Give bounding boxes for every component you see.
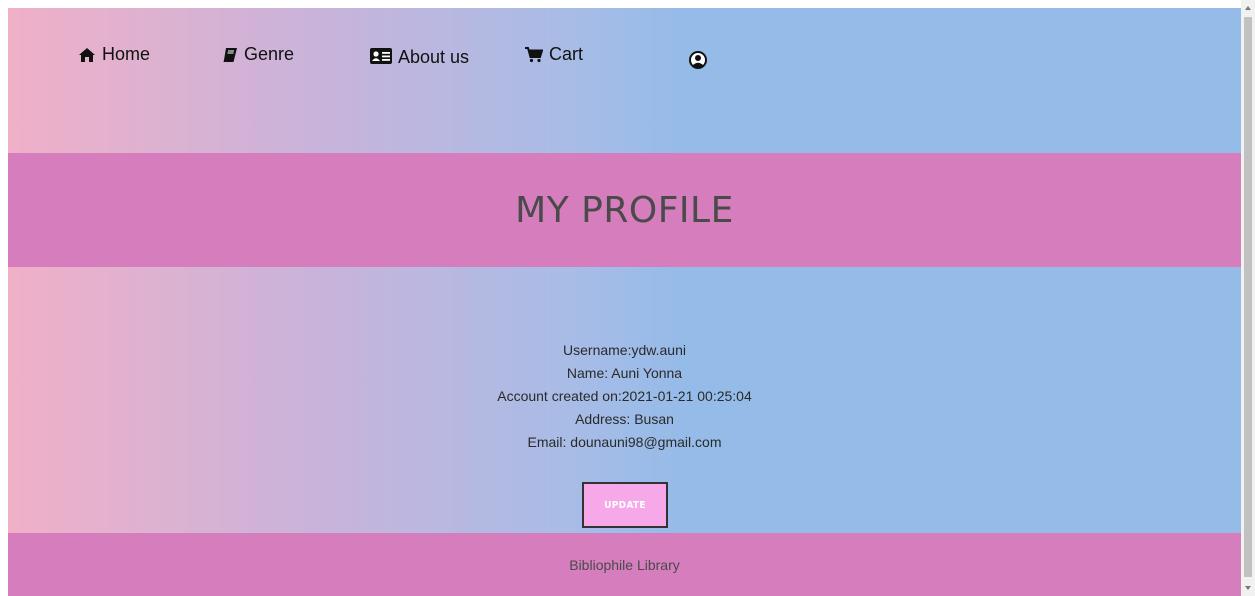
profile-username: Username:ydw.auni xyxy=(563,342,686,358)
page-banner: MY PROFILE xyxy=(8,153,1241,267)
nav-cart-link[interactable]: Cart xyxy=(525,44,583,65)
user-circle-icon xyxy=(689,51,707,69)
profile-name: Name: Auni Yonna xyxy=(566,365,683,381)
nav-cart-label: Cart xyxy=(549,44,584,64)
footer-text: Bibliophile Library xyxy=(569,556,680,573)
nav-genre-link[interactable]: Genre xyxy=(222,44,294,65)
page-title: MY PROFILE xyxy=(515,189,734,231)
profile-created: Account created on:2021-01-21 00:25:04 xyxy=(497,388,752,404)
page: Home Genre About us Cart MY PROFILE User… xyxy=(8,8,1241,596)
scroll-down-arrow-icon[interactable] xyxy=(1245,586,1251,590)
cart-icon xyxy=(525,47,543,63)
vertical-scrollbar[interactable] xyxy=(1241,0,1255,596)
nav-genre-label: Genre xyxy=(244,44,295,64)
top-navbar: Home Genre About us Cart xyxy=(8,8,1241,153)
nav-home-label: Home xyxy=(102,44,151,64)
footer: Bibliophile Library xyxy=(8,533,1241,596)
id-card-icon xyxy=(370,48,392,64)
nav-profile-link[interactable] xyxy=(689,48,707,69)
nav-home-link[interactable]: Home xyxy=(78,44,150,65)
home-icon xyxy=(79,48,95,62)
update-button[interactable]: UPDATE xyxy=(582,482,668,528)
scroll-up-arrow-icon[interactable] xyxy=(1245,6,1251,10)
nav-about-link[interactable]: About us xyxy=(370,42,470,72)
profile-section: Username:ydw.auni Name: Auni Yonna Accou… xyxy=(8,267,1241,533)
profile-email: Email: dounauni98@gmail.com xyxy=(527,434,722,450)
nav-about-label: About us xyxy=(398,47,470,67)
profile-info: Username:ydw.auni Name: Auni Yonna Accou… xyxy=(8,339,1241,454)
book-icon xyxy=(223,48,237,62)
scroll-thumb[interactable] xyxy=(1244,17,1252,577)
profile-address: Address: Busan xyxy=(575,411,674,427)
